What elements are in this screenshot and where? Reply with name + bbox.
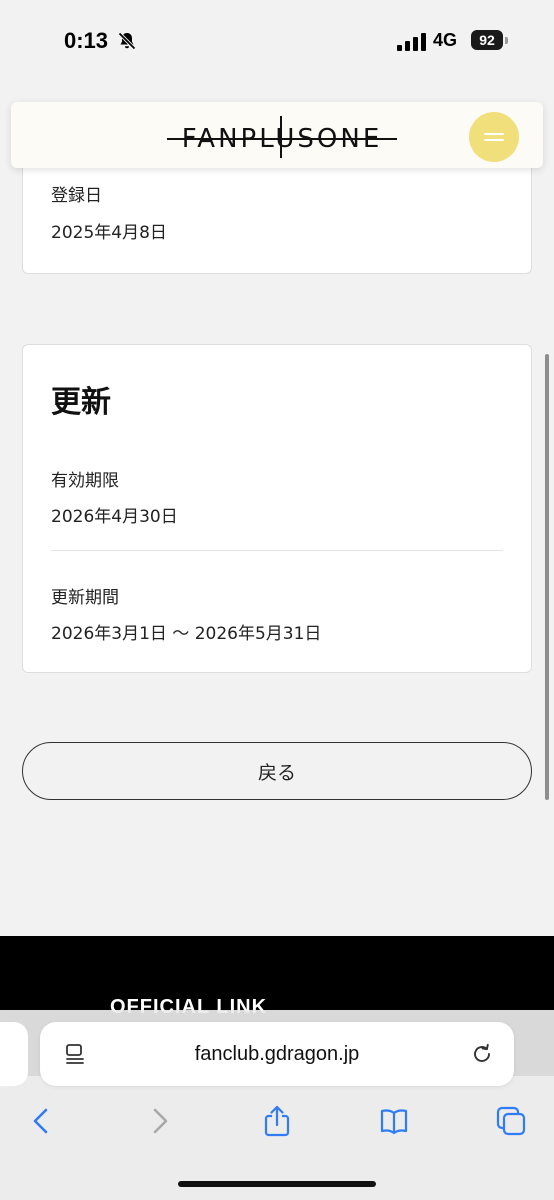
- menu-bar-bottom: [484, 139, 504, 141]
- battery-tip: [505, 37, 508, 44]
- renewal-period-label: 更新期間: [51, 588, 119, 608]
- site-header: FANPLUSONE: [11, 102, 543, 168]
- cellular-signal-icon: [397, 33, 426, 51]
- back-chevron-icon[interactable]: [24, 1104, 58, 1138]
- previous-tab-preview[interactable]: [0, 1022, 28, 1086]
- page-scrollbar[interactable]: [545, 354, 549, 800]
- bookmarks-icon[interactable]: [377, 1104, 411, 1138]
- menu-bar-top: [484, 133, 504, 135]
- back-button[interactable]: 戻る: [22, 742, 532, 800]
- expiry-label: 有効期限: [51, 471, 119, 491]
- address-bar[interactable]: fanclub.gdragon.jp: [40, 1022, 514, 1086]
- renewal-period: 2026年3月1日 〜 2026年5月31日: [51, 624, 322, 644]
- status-time: 0:13: [64, 28, 109, 53]
- share-icon[interactable]: [260, 1104, 294, 1138]
- url-text: fanclub.gdragon.jp: [194, 1043, 360, 1065]
- fanplusone-logo[interactable]: FANPLUSONE: [167, 116, 397, 160]
- bell-slash-icon: [118, 32, 136, 50]
- network-type: 4G: [433, 30, 458, 50]
- forward-chevron-icon[interactable]: [143, 1104, 177, 1138]
- expiry-date: 2026年4月30日: [51, 507, 178, 527]
- renewal-card: 更新 有効期限 2026年4月30日 更新期間 2026年3月1日 〜 2026…: [22, 344, 532, 673]
- reload-icon[interactable]: [470, 1042, 494, 1066]
- home-indicator[interactable]: [178, 1181, 376, 1187]
- registration-date: 2025年4月8日: [51, 223, 167, 243]
- divider: [51, 550, 503, 551]
- registration-label: 登録日: [51, 186, 102, 206]
- logo-bar: [280, 116, 282, 158]
- battery-icon: 92: [471, 30, 503, 50]
- tabs-icon[interactable]: [494, 1104, 528, 1138]
- registration-card: 登録日 2025年4月8日: [22, 150, 532, 274]
- status-bar: 0:13 4G 92: [0, 0, 554, 90]
- menu-button[interactable]: [469, 112, 519, 162]
- logo-line: [167, 138, 397, 140]
- renewal-title: 更新: [51, 385, 111, 420]
